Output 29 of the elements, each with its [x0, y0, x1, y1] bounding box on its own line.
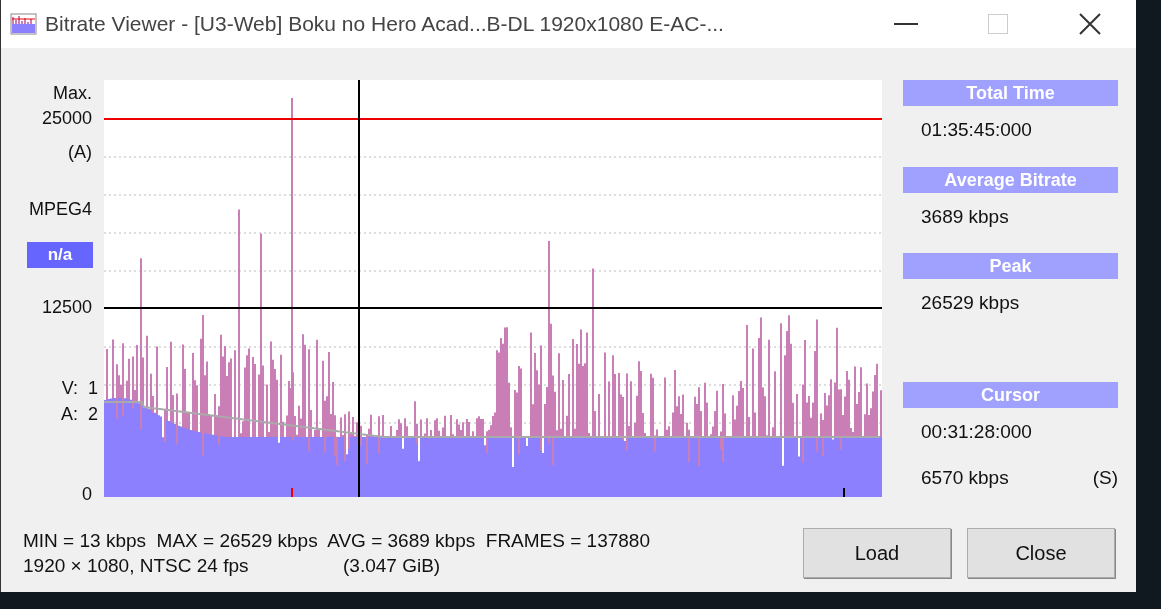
- stats-summary: MIN = 13 kbps MAX = 26529 kbps AVG = 3689 kbps FRAMES = 137880: [23, 529, 651, 553]
- track-label: A: 2: [60, 405, 98, 423]
- info-value: 6570 kbps: [921, 466, 1009, 490]
- axis-caption: (A): [68, 143, 92, 161]
- section-heading: Average Bitrate: [903, 166, 1118, 193]
- maximize-icon: [988, 14, 1008, 34]
- video-info: 1920 × 1080, NTSC 24 fps: [23, 554, 250, 578]
- axis-caption: MPEG4: [28, 200, 92, 218]
- info-value: 3689 kbps: [921, 204, 1009, 229]
- close-icon: [1079, 13, 1101, 35]
- load-button[interactable]: Load: [803, 528, 951, 578]
- section-heading: Peak: [903, 253, 1118, 279]
- codec-badge: n/a: [27, 242, 93, 268]
- axis-caption: Max.: [53, 84, 92, 102]
- app-icon: [10, 13, 37, 35]
- minimize-icon: [894, 23, 918, 25]
- file-size: (3.047 GiB): [343, 554, 441, 578]
- axis-tick-label: 0: [82, 485, 92, 503]
- mode-indicator: (S): [1092, 466, 1118, 490]
- axis-tick-label: 12500: [41, 298, 92, 316]
- section-heading: Total Time: [903, 80, 1118, 106]
- info-value: 01:35:45:000: [921, 118, 1032, 142]
- close-button[interactable]: Close: [967, 528, 1115, 578]
- info-value: 00:31:28:000: [921, 419, 1032, 444]
- track-label: V: 1: [61, 379, 98, 397]
- window-title: Bitrate Viewer - [U3-Web] Boku no Hero Acad...B-DL 1920x1080 E-AC-...: [45, 11, 725, 38]
- section-heading: Cursor: [903, 381, 1118, 408]
- axis-tick-label: 25000: [41, 109, 92, 127]
- info-value: 26529 kbps: [921, 291, 1020, 315]
